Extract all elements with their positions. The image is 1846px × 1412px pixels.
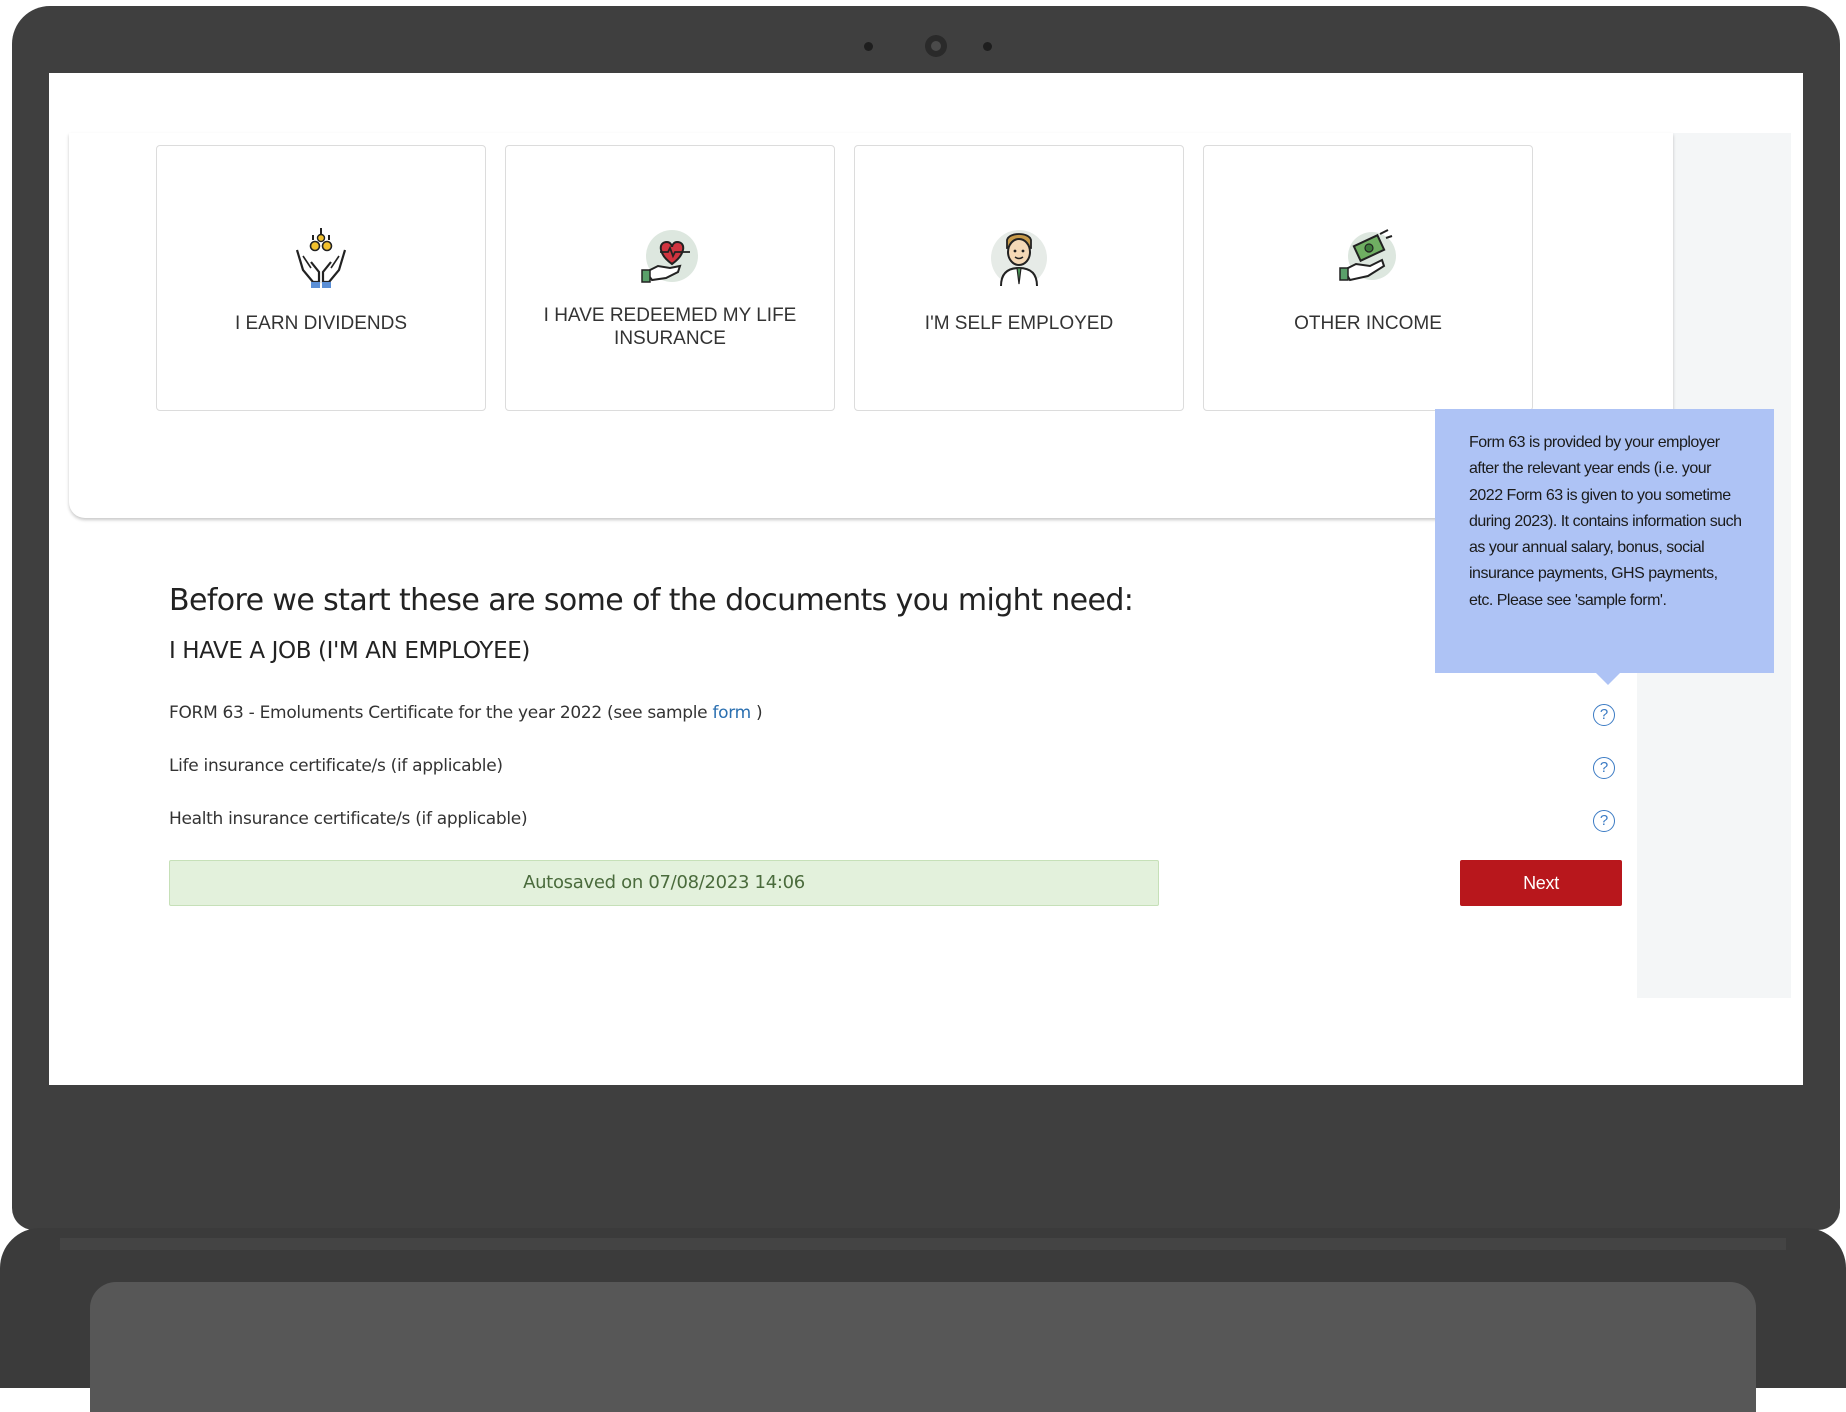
next-button[interactable]: Next [1460,860,1622,906]
autosave-status: Autosaved on 07/08/2023 14:06 [169,860,1159,906]
sample-form-link[interactable]: form [712,703,751,723]
help-icon[interactable]: ? [1593,757,1615,779]
help-icon[interactable]: ? [1593,704,1615,726]
card-label: OTHER INCOME [1294,313,1442,334]
document-text: Health insurance certificate/s (if appli… [169,809,528,829]
card-label: I HAVE REDEEMED MY LIFE INSURANCE [543,305,797,349]
dividends-hands-icon [295,228,347,288]
sensor-dot [864,42,873,51]
tooltip-arrow [1595,672,1621,685]
heart-hand-icon [641,230,698,283]
sensor-dot [983,42,992,51]
card-dividends[interactable]: I EARN DIVIDENDS [156,145,486,411]
help-icon[interactable]: ? [1593,810,1615,832]
document-text-suffix: ) [750,703,763,723]
card-other-income[interactable]: OTHER INCOME [1203,145,1533,411]
document-item-form63: FORM 63 - Emoluments Certificate for the… [169,703,763,723]
card-label: I'M SELF EMPLOYED [924,313,1114,334]
laptop-keyboard-deck [90,1282,1756,1412]
document-item-life-insurance: Life insurance certificate/s (if applica… [169,756,503,776]
section-subtitle: I HAVE A JOB (I'M AN EMPLOYEE) [169,638,530,664]
document-item-health-insurance: Health insurance certificate/s (if appli… [169,809,528,829]
card-life-insurance[interactable]: I HAVE REDEEMED MY LIFE INSURANCE [505,145,835,411]
card-self-employed[interactable]: I'M SELF EMPLOYED [854,145,1184,411]
laptop-screen: I EARN DIVIDENDS I HAVE REDEEMED MY LIFE… [49,73,1803,1085]
form63-tooltip: Form 63 is provided by your employer aft… [1435,409,1774,673]
webcam-icon [925,35,947,57]
businessman-icon [991,230,1047,287]
laptop-base [0,1228,1846,1412]
document-text: FORM 63 - Emoluments Certificate for the… [169,703,713,723]
page-title: Before we start these are some of the do… [169,583,1134,618]
card-label: I EARN DIVIDENDS [234,313,408,334]
document-text: Life insurance certificate/s (if applica… [169,756,503,776]
laptop-hinge [60,1238,1786,1250]
money-hand-icon [1339,229,1396,282]
